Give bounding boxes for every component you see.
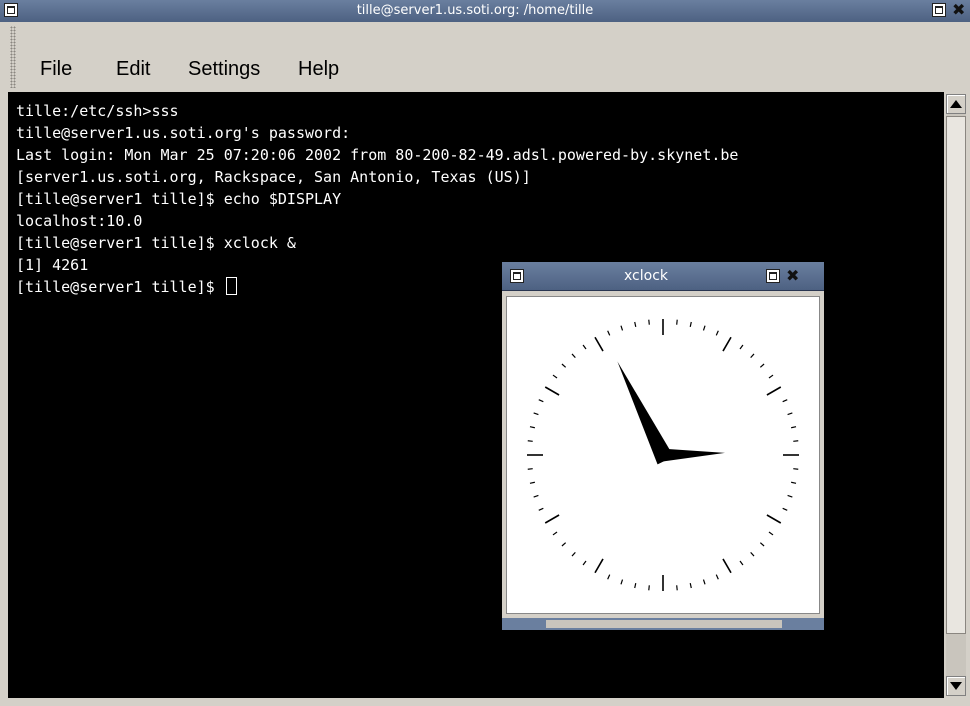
terminal-line: tille:/etc/ssh>sss: [16, 102, 179, 120]
minute-tick: [552, 374, 558, 379]
minute-tick: [702, 579, 706, 585]
minute-tick: [582, 344, 587, 350]
analog-clock: [527, 319, 799, 591]
minute-tick: [527, 468, 533, 470]
minute-tick: [538, 507, 544, 511]
minute-tick: [676, 319, 678, 325]
minute-tick: [676, 585, 678, 591]
scroll-thumb[interactable]: [946, 116, 966, 634]
scroll-down-button[interactable]: [946, 676, 966, 696]
xclock-window: xclock ✖: [502, 262, 824, 630]
maximize-icon[interactable]: [932, 3, 946, 17]
minute-hand: [656, 448, 725, 463]
clock-face: [506, 296, 820, 614]
minute-tick: [620, 325, 624, 331]
terminal-line: [server1.us.soti.org, Rackspace, San Ant…: [16, 168, 531, 186]
terminal-line: [tille@server1 tille]$ xclock &: [16, 234, 296, 252]
terminal-line: localhost:10.0: [16, 212, 143, 230]
minute-tick: [561, 363, 567, 368]
window-menu-icon[interactable]: [510, 269, 524, 283]
minute-tick: [648, 585, 650, 591]
menubar: File Edit Settings Help: [0, 22, 970, 92]
minute-tick: [768, 374, 774, 379]
minute-tick: [533, 494, 539, 498]
minute-tick: [538, 399, 544, 403]
arrow-up-icon: [950, 100, 962, 108]
close-icon[interactable]: ✖: [952, 1, 965, 19]
minute-tick: [689, 321, 692, 327]
minute-tick: [715, 574, 719, 580]
terminal-line: [tille@server1 tille]$ echo $DISPLAY: [16, 190, 342, 208]
menu-file[interactable]: File: [40, 58, 72, 81]
terminal-window: tille@server1.us.soti.org: /home/tille ✖…: [0, 0, 970, 706]
minute-tick: [582, 560, 587, 566]
arrow-down-icon: [950, 682, 962, 690]
xclock-title: xclock: [624, 268, 668, 284]
minute-tick: [607, 574, 611, 580]
minute-tick: [791, 426, 797, 429]
minute-tick: [620, 579, 624, 585]
minute-tick: [787, 494, 793, 498]
minute-tick: [634, 583, 637, 589]
minute-tick: [793, 468, 799, 470]
minute-tick: [529, 426, 535, 429]
minute-tick: [689, 583, 692, 589]
maximize-icon[interactable]: [766, 269, 780, 283]
minute-tick: [787, 412, 793, 416]
terminal-line: tille@server1.us.soti.org's password:: [16, 124, 351, 142]
terminal-prompt-line: [tille@server1 tille]$: [16, 276, 237, 298]
minute-tick: [759, 363, 765, 368]
minute-tick: [750, 551, 755, 557]
minute-tick: [533, 412, 539, 416]
vertical-scrollbar[interactable]: [944, 92, 968, 698]
menu-help[interactable]: Help: [298, 58, 339, 81]
minute-tick: [791, 481, 797, 484]
minute-tick: [793, 440, 799, 442]
hour-tick: [544, 514, 560, 524]
minute-tick: [702, 325, 706, 331]
text-cursor: [225, 277, 237, 295]
terminal-line: Last login: Mon Mar 25 07:20:06 2002 fro…: [16, 146, 739, 164]
minute-tick: [529, 481, 535, 484]
close-icon[interactable]: ✖: [786, 267, 799, 285]
terminal-line: [1] 4261: [16, 256, 89, 274]
menu-settings[interactable]: Settings: [188, 58, 260, 81]
minute-tick: [739, 344, 744, 350]
minute-tick: [768, 531, 774, 536]
minute-tick: [561, 542, 567, 547]
minute-tick: [782, 399, 788, 403]
window-menu-icon[interactable]: [4, 3, 18, 17]
xclock-titlebar[interactable]: xclock ✖: [502, 262, 824, 291]
menubar-grip-handle[interactable]: [10, 26, 16, 88]
minute-tick: [782, 507, 788, 511]
hour-tick: [594, 336, 604, 352]
hour-tick: [594, 558, 604, 574]
hour-tick: [722, 558, 732, 574]
minute-tick: [552, 531, 558, 536]
terminal-title: tille@server1.us.soti.org: /home/tille: [356, 3, 594, 18]
minute-tick: [759, 542, 765, 547]
minute-tick: [634, 321, 637, 327]
hour-tick: [544, 386, 560, 396]
hour-tick: [766, 514, 782, 524]
hour-tick: [722, 336, 732, 352]
minute-tick: [750, 353, 755, 359]
minute-tick: [739, 560, 744, 566]
minute-tick: [648, 319, 650, 325]
minute-tick: [527, 440, 533, 442]
minute-tick: [715, 330, 719, 336]
scroll-up-button[interactable]: [946, 94, 966, 114]
terminal-titlebar[interactable]: tille@server1.us.soti.org: /home/tille ✖: [0, 0, 970, 23]
hour-tick: [766, 386, 782, 396]
menu-edit[interactable]: Edit: [116, 58, 150, 81]
minute-tick: [571, 353, 576, 359]
window-resize-handle[interactable]: [546, 620, 782, 628]
minute-tick: [571, 551, 576, 557]
minute-tick: [607, 330, 611, 336]
terminal-prompt: [tille@server1 tille]$: [16, 278, 224, 296]
